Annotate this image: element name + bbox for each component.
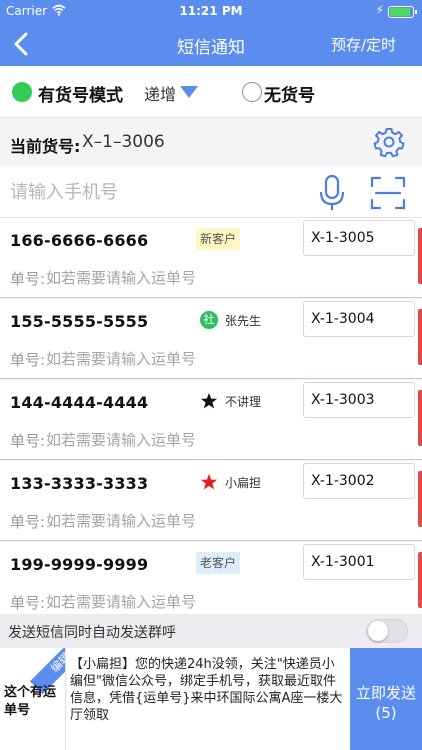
delete-handle[interactable] <box>418 552 422 608</box>
gear-icon[interactable] <box>372 125 406 159</box>
pickup-code-field[interactable]: X-1-3004 <box>303 301 415 337</box>
phone-input-bar <box>0 166 422 218</box>
list-item: 166-6666-6666 新客户 X-1-3005 单号: <box>0 218 422 298</box>
tracking-number-input[interactable] <box>46 590 296 614</box>
delete-handle[interactable] <box>418 390 422 446</box>
clock: 11:21 PM <box>179 4 243 18</box>
delete-handle[interactable] <box>418 309 422 365</box>
tracking-number-input[interactable] <box>46 509 296 533</box>
charging-icon: ⚡ <box>375 3 384 17</box>
recipient-phone[interactable]: 133-3333-3333 <box>10 474 148 493</box>
pickup-code-field[interactable]: X-1-3002 <box>303 463 415 499</box>
list-item: 155-5555-5555 社 张先生 X-1-3004 单号: <box>0 299 422 379</box>
tracking-number-input[interactable] <box>46 266 296 290</box>
pickup-code-field[interactable]: X-1-3003 <box>303 382 415 418</box>
radio-without-code[interactable] <box>242 82 262 102</box>
tracking-label: 单号: <box>10 432 46 450</box>
auto-call-row: 发送短信同时自动发送群呼 <box>0 614 422 648</box>
tracking-label: 单号: <box>10 351 46 369</box>
customer-tag[interactable]: 不讲理 <box>225 393 261 410</box>
mode-selector: 有货号模式 递增 无货号 <box>0 66 422 118</box>
recipient-phone[interactable]: 199-9999-9999 <box>10 555 148 574</box>
pickup-code-field[interactable]: X-1-3005 <box>303 220 415 256</box>
tracking-label: 单号: <box>10 594 46 612</box>
tracking-label: 单号: <box>10 270 46 288</box>
recipient-phone[interactable]: 155-5555-5555 <box>10 312 148 331</box>
template-name: 这个有运单号 <box>4 685 57 718</box>
delete-handle[interactable] <box>418 471 422 527</box>
template-selector[interactable]: 编辑 这个有运单号 <box>0 648 66 750</box>
delete-handle[interactable] <box>418 228 422 284</box>
tracking-number-input[interactable] <box>46 347 296 371</box>
auto-call-label: 发送短信同时自动发送群呼 <box>8 625 176 641</box>
current-code-bar: 当前货号: X–1–3006 <box>0 118 422 166</box>
community-badge-icon: 社 <box>200 311 218 329</box>
list-item: 144-4444-4444 不讲理 X-1-3003 单号: <box>0 380 422 460</box>
dropdown-triangle-icon[interactable] <box>180 86 198 98</box>
recipient-phone[interactable]: 144-4444-4444 <box>10 393 148 412</box>
template-content[interactable]: 【小扁担】您的快递24h没领，关注"快递员小编但"微信公众号，绑定手机号，获取最… <box>66 648 350 750</box>
recipient-phone[interactable]: 166-6666-6666 <box>10 231 148 250</box>
scan-icon[interactable] <box>370 176 406 210</box>
pickup-code-field[interactable]: X-1-3001 <box>303 544 415 580</box>
radio-with-code[interactable] <box>12 82 32 102</box>
mode-without-code-label[interactable]: 无货号 <box>264 81 315 106</box>
list-item: 199-9999-9999 老客户 X-1-3001 单号: <box>0 542 422 614</box>
phone-input[interactable] <box>10 178 300 206</box>
current-code-value: X–1–3006 <box>82 132 165 152</box>
prestore-schedule-button[interactable]: 预存/定时 <box>331 34 396 55</box>
send-count: (5) <box>375 704 397 722</box>
current-code-label: 当前货号: <box>10 137 81 156</box>
send-now-button[interactable]: 立即发送 (5) <box>350 648 422 750</box>
recipient-list: 166-6666-6666 新客户 X-1-3005 单号: 155-5555-… <box>0 218 422 614</box>
battery-icon <box>388 6 417 18</box>
customer-tag[interactable]: 张先生 <box>225 312 261 329</box>
tracking-number-input[interactable] <box>46 428 296 452</box>
list-item: 133-3333-3333 小扁担 X-1-3002 单号: <box>0 461 422 541</box>
status-bar: Carrier 11:21 PM ⚡ <box>0 0 422 22</box>
message-composer: 编辑 这个有运单号 【小扁担】您的快递24h没领，关注"快递员小编但"微信公众号… <box>0 648 422 750</box>
mode-with-code-label[interactable]: 有货号模式 <box>38 81 123 106</box>
send-label: 立即发送 <box>355 684 416 702</box>
red-star-icon <box>200 473 218 490</box>
customer-tag[interactable]: 小扁担 <box>225 474 261 491</box>
nav-bar: 短信通知 预存/定时 <box>0 22 422 66</box>
increment-dropdown[interactable]: 递增 <box>144 81 176 105</box>
customer-tag[interactable]: 老客户 <box>196 552 241 574</box>
customer-tag[interactable]: 新客户 <box>196 228 241 250</box>
auto-call-toggle[interactable] <box>366 619 408 643</box>
microphone-icon[interactable] <box>318 174 346 212</box>
black-star-icon <box>200 392 218 409</box>
tracking-label: 单号: <box>10 513 46 531</box>
